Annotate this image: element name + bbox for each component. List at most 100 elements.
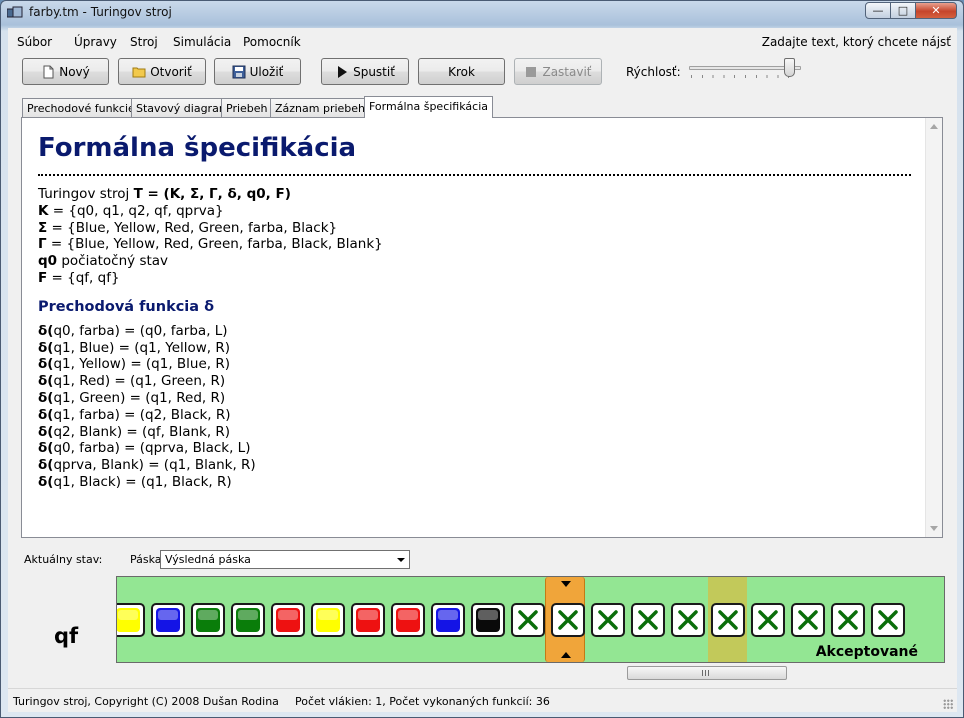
stop-button[interactable]: Zastaviť [514, 58, 602, 85]
stop-label: Zastaviť [542, 64, 592, 79]
transition-rule: δ(q1, Yellow) = (q1, Blue, R) [38, 356, 914, 373]
tab-state-diagram[interactable]: Stavový diagram [131, 98, 235, 117]
tape-horizontal-scrollbar[interactable] [627, 665, 945, 681]
menu-bar: Súbor Úpravy Stroj Simulácia Pomocník Za… [8, 28, 957, 50]
tape-cell-green [231, 603, 265, 637]
tape-cell-blank [671, 603, 705, 637]
delta-symbol: δ( [38, 322, 54, 339]
open-button[interactable]: Otvoriť [118, 58, 206, 85]
close-icon: ✕ [931, 4, 941, 17]
tab-transition-functions[interactable]: Prechodové funkcie [22, 98, 140, 117]
tape-cell-yellow [311, 603, 345, 637]
client-area: Súbor Úpravy Stroj Simulácia Pomocník Za… [8, 28, 957, 712]
speed-slider-thumb[interactable] [783, 58, 795, 77]
floppy-icon [232, 65, 246, 78]
menu-simulation[interactable]: Simulácia [173, 35, 231, 49]
new-button[interactable]: Nový [22, 58, 109, 85]
play-icon [338, 65, 348, 78]
transition-text: q0, farba) = (q0, farba, L) [53, 322, 228, 339]
transition-text: q1, Green) = (q1, Red, R) [53, 389, 226, 406]
step-button[interactable]: Krok [418, 58, 505, 85]
tape-cell-blank [711, 603, 745, 637]
minimize-button[interactable]: — [865, 2, 891, 19]
menu-machine[interactable]: Stroj [130, 35, 158, 49]
transition-text: q1, Red) = (q1, Green, R) [53, 373, 226, 390]
blank-x-icon [718, 610, 738, 630]
final-states: F = {qf, qf} [38, 270, 914, 287]
close-button[interactable]: ✕ [915, 2, 957, 19]
transition-rule: δ(q0, farba) = (q0, farba, L) [38, 323, 914, 340]
tape-cell-blank [631, 603, 665, 637]
tape-select[interactable]: Výsledná páska [160, 550, 410, 569]
status-bar: Turingov stroj, Copyright (C) 2008 Dušan… [8, 688, 957, 712]
scroll-down-icon[interactable] [930, 526, 938, 531]
transition-text: q0, farba) = (qprva, Black, L) [53, 440, 251, 457]
machine-tuple: = (K, Σ, Γ, δ, q0, F) [142, 186, 291, 202]
states-set: K = {q0, q1, q2, qf, qprva} [38, 203, 914, 220]
transition-rule: δ(q1, Black) = (q1, Black, R) [38, 474, 914, 491]
transition-rule: δ(q1, farba) = (q2, Black, R) [38, 407, 914, 424]
delta-symbol: δ( [38, 356, 54, 373]
tape-cell-blue [151, 603, 185, 637]
transition-rule: δ(q1, Blue) = (q1, Yellow, R) [38, 340, 914, 357]
tab-run-log[interactable]: Záznam priebehu [270, 98, 377, 117]
initial-state-value: počiatočný stav [57, 253, 169, 270]
transition-text: q1, Yellow) = (q1, Blue, R) [53, 356, 231, 373]
states-value: = {q0, q1, q2, qf, qprva} [48, 202, 224, 219]
tape-alphabet: Γ = {Blue, Yellow, Red, Green, farba, Bl… [38, 236, 914, 253]
transition-rule: δ(q1, Red) = (q1, Green, R) [38, 373, 914, 390]
menu-edit[interactable]: Úpravy [74, 35, 117, 49]
chevron-down-icon[interactable] [397, 558, 405, 562]
delta-symbol: δ( [38, 440, 54, 457]
open-label: Otvoriť [150, 64, 192, 79]
tape-cell-blank [831, 603, 865, 637]
tape-cell-red [271, 603, 305, 637]
tab-run[interactable]: Priebeh [221, 98, 273, 117]
spec-document: Formálna špecifikácia Turingov stroj T =… [38, 132, 914, 491]
transitions-list: δ(q0, farba) = (q0, farba, L) δ(q1, Blue)… [38, 323, 914, 491]
tape-cell-yellow [117, 603, 145, 637]
spec-panel: Formálna špecifikácia Turingov stroj T =… [21, 117, 943, 538]
blank-x-icon [638, 610, 658, 630]
search-hint[interactable]: Zadajte text, ktorý chcete nájsť [762, 35, 951, 49]
new-file-icon [43, 65, 54, 78]
tape-scroll-thumb[interactable] [627, 666, 787, 680]
maximize-button[interactable]: □ [890, 2, 916, 19]
tape-cell-black [471, 603, 505, 637]
tape-cell-green [191, 603, 225, 637]
delta-symbol: δ( [38, 473, 54, 490]
delta-symbol: δ( [38, 423, 54, 440]
run-button[interactable]: Spustiť [321, 58, 409, 85]
menu-help[interactable]: Pomocník [243, 35, 301, 49]
tape-cell-blank [591, 603, 625, 637]
app-window: farby.tm - Turingov stroj — □ ✕ Súbor Úp… [0, 0, 964, 718]
delta-symbol: δ( [38, 389, 54, 406]
blank-x-icon [678, 610, 698, 630]
spec-title: Formálna špecifikácia [38, 133, 357, 163]
menu-file[interactable]: Súbor [17, 35, 52, 49]
app-icon [7, 6, 23, 18]
blank-x-icon [598, 610, 618, 630]
tape-cell-blue [431, 603, 465, 637]
tape-cell-blank [551, 603, 585, 637]
head-arrow-up-icon [561, 652, 571, 658]
spec-vertical-scrollbar[interactable] [925, 118, 942, 537]
current-state-value: qf [54, 624, 79, 648]
scroll-up-icon[interactable] [930, 124, 938, 129]
tape-alphabet-value: = {Blue, Yellow, Red, Green, farba, Blac… [46, 236, 383, 253]
blank-x-icon [518, 610, 538, 630]
minimize-icon: — [872, 4, 884, 17]
tape-cell-blank [511, 603, 545, 637]
transition-text: q1, Blue) = (q1, Yellow, R) [53, 339, 231, 356]
tape-cell-blank [751, 603, 785, 637]
save-button[interactable]: Uložiť [214, 58, 301, 85]
machine-prefix: Turingov stroj [38, 186, 134, 202]
final-states-symbol: F [38, 269, 48, 286]
status-copyright: Turingov stroj, Copyright (C) 2008 Dušan… [13, 695, 279, 708]
stop-icon [526, 66, 537, 77]
accepted-label: Akceptované [815, 644, 918, 660]
resize-grip-icon[interactable] [943, 699, 953, 709]
blank-x-icon [798, 610, 818, 630]
tape-view[interactable]: Akceptované [116, 576, 945, 663]
tab-formal-spec[interactable]: Formálna špecifikácia [364, 96, 493, 118]
